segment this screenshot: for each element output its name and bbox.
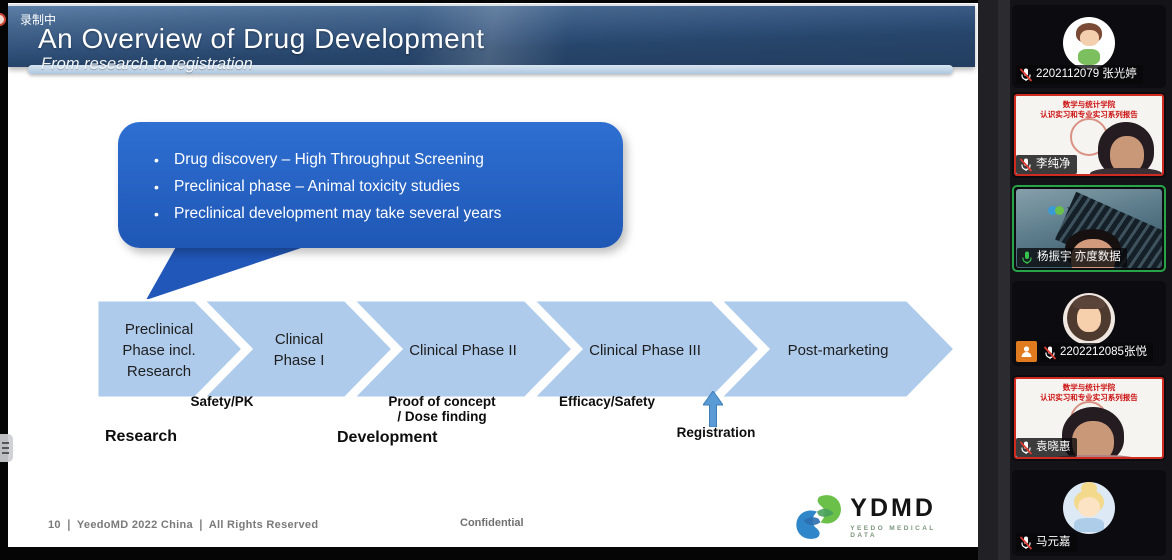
participant-tile[interactable]: 2202112079 张光婷 bbox=[1012, 5, 1166, 88]
ydmd-logo-icon bbox=[793, 490, 844, 544]
slide-subtitle: From research to registration bbox=[41, 55, 253, 74]
note-proof-of-concept: Proof of concept / Dose finding bbox=[388, 394, 495, 424]
recording-status-label: 录制中 bbox=[20, 11, 56, 28]
avatar bbox=[1063, 482, 1115, 534]
slide-title: An Overview of Drug Development bbox=[38, 23, 485, 55]
phase-label: Clinical bbox=[275, 331, 323, 348]
ydmd-logo: YDMD YEEDO MEDICAL DATA bbox=[793, 488, 953, 546]
phase-label: Clinical Phase II bbox=[409, 342, 517, 359]
registration-arrow-icon bbox=[703, 391, 723, 427]
phase-label: Phase incl. bbox=[122, 342, 195, 359]
participant-tile[interactable]: 2202212085张悦 bbox=[1012, 281, 1166, 366]
phase-label: Research bbox=[127, 363, 191, 380]
meeting-window: 录制中 An Overview of Drug Development From… bbox=[0, 0, 1172, 560]
callout-tail bbox=[8, 3, 978, 547]
participant-tile[interactable]: 马元嘉 bbox=[1012, 470, 1166, 556]
bullet-icon: • bbox=[154, 202, 174, 226]
participant-name-bar: 袁晓惠 bbox=[1016, 438, 1077, 457]
mic-muted-icon bbox=[1020, 68, 1032, 82]
stage-label-development: Development bbox=[337, 429, 437, 447]
phase-label: Clinical Phase III bbox=[589, 342, 701, 359]
callout-bullet: •Preclinical phase – Animal toxicity stu… bbox=[154, 175, 605, 199]
participant-name-bar: 2202212085张悦 bbox=[1040, 343, 1153, 362]
recording-indicator-icon bbox=[0, 13, 6, 26]
mic-muted-icon bbox=[1020, 441, 1032, 455]
participant-tile[interactable]: 数学与统计学院 认识实习和专业实习系列报告 袁晓惠 bbox=[1012, 375, 1166, 461]
bullet-icon: • bbox=[154, 148, 174, 172]
participant-tile[interactable]: 数学与统计学院 认识实习和专业实习系列报告 李纯净 bbox=[1012, 92, 1166, 178]
sidebar-resize-divider[interactable] bbox=[998, 0, 1010, 560]
shared-screen-slide: 录制中 An Overview of Drug Development From… bbox=[8, 3, 978, 547]
logo-name: YDMD bbox=[850, 496, 953, 521]
toolbar-drag-handle[interactable] bbox=[0, 434, 13, 462]
mic-active-icon bbox=[1021, 251, 1033, 265]
mic-muted-icon bbox=[1044, 346, 1056, 360]
callout-bullet: •Preclinical development may take severa… bbox=[154, 202, 605, 226]
sidebar-gap bbox=[978, 0, 998, 560]
slide-footer-confidential: Confidential bbox=[460, 517, 524, 529]
callout-bullet: •Drug discovery – High Throughput Screen… bbox=[154, 148, 605, 172]
logo-tagline: YEEDO MEDICAL DATA bbox=[850, 525, 953, 539]
participants-sidebar: 2202112079 张光婷 数学与统计学院 认识实习和专业实习系列报告 bbox=[978, 0, 1172, 560]
callout-bubble: •Drug discovery – High Throughput Screen… bbox=[118, 122, 623, 248]
phase-chevron-flow: Preclinical Phase incl. Research Clinica… bbox=[97, 299, 961, 399]
participant-role-badge bbox=[1016, 341, 1037, 362]
stage-label-research: Research bbox=[105, 428, 177, 446]
avatar bbox=[1063, 293, 1115, 345]
participant-name-bar: 杨振宇 亦度数据 bbox=[1017, 248, 1127, 267]
mic-muted-icon bbox=[1020, 536, 1032, 550]
phase-label: Post-marketing bbox=[788, 342, 889, 359]
participant-name-bar: 马元嘉 bbox=[1016, 533, 1077, 552]
person-icon bbox=[1020, 345, 1033, 358]
phase-label: Preclinical bbox=[125, 321, 193, 338]
bullet-icon: • bbox=[154, 175, 174, 199]
participant-tile-active-speaker[interactable]: YDMD 杨振宇 亦度数据 bbox=[1012, 185, 1166, 272]
note-registration: Registration bbox=[677, 425, 756, 440]
note-efficacy-safety: Efficacy/Safety bbox=[559, 394, 655, 409]
avatar bbox=[1063, 17, 1115, 69]
phase-label: Phase I bbox=[274, 352, 325, 369]
participant-name-bar: 李纯净 bbox=[1016, 155, 1077, 174]
mic-muted-icon bbox=[1020, 158, 1032, 172]
participant-name-bar: 2202112079 张光婷 bbox=[1016, 65, 1143, 84]
slide-footer-copyright: 10 ❘ YeedoMD 2022 China ❘ All Rights Res… bbox=[48, 518, 318, 531]
note-safety-pk: Safety/PK bbox=[190, 394, 253, 409]
